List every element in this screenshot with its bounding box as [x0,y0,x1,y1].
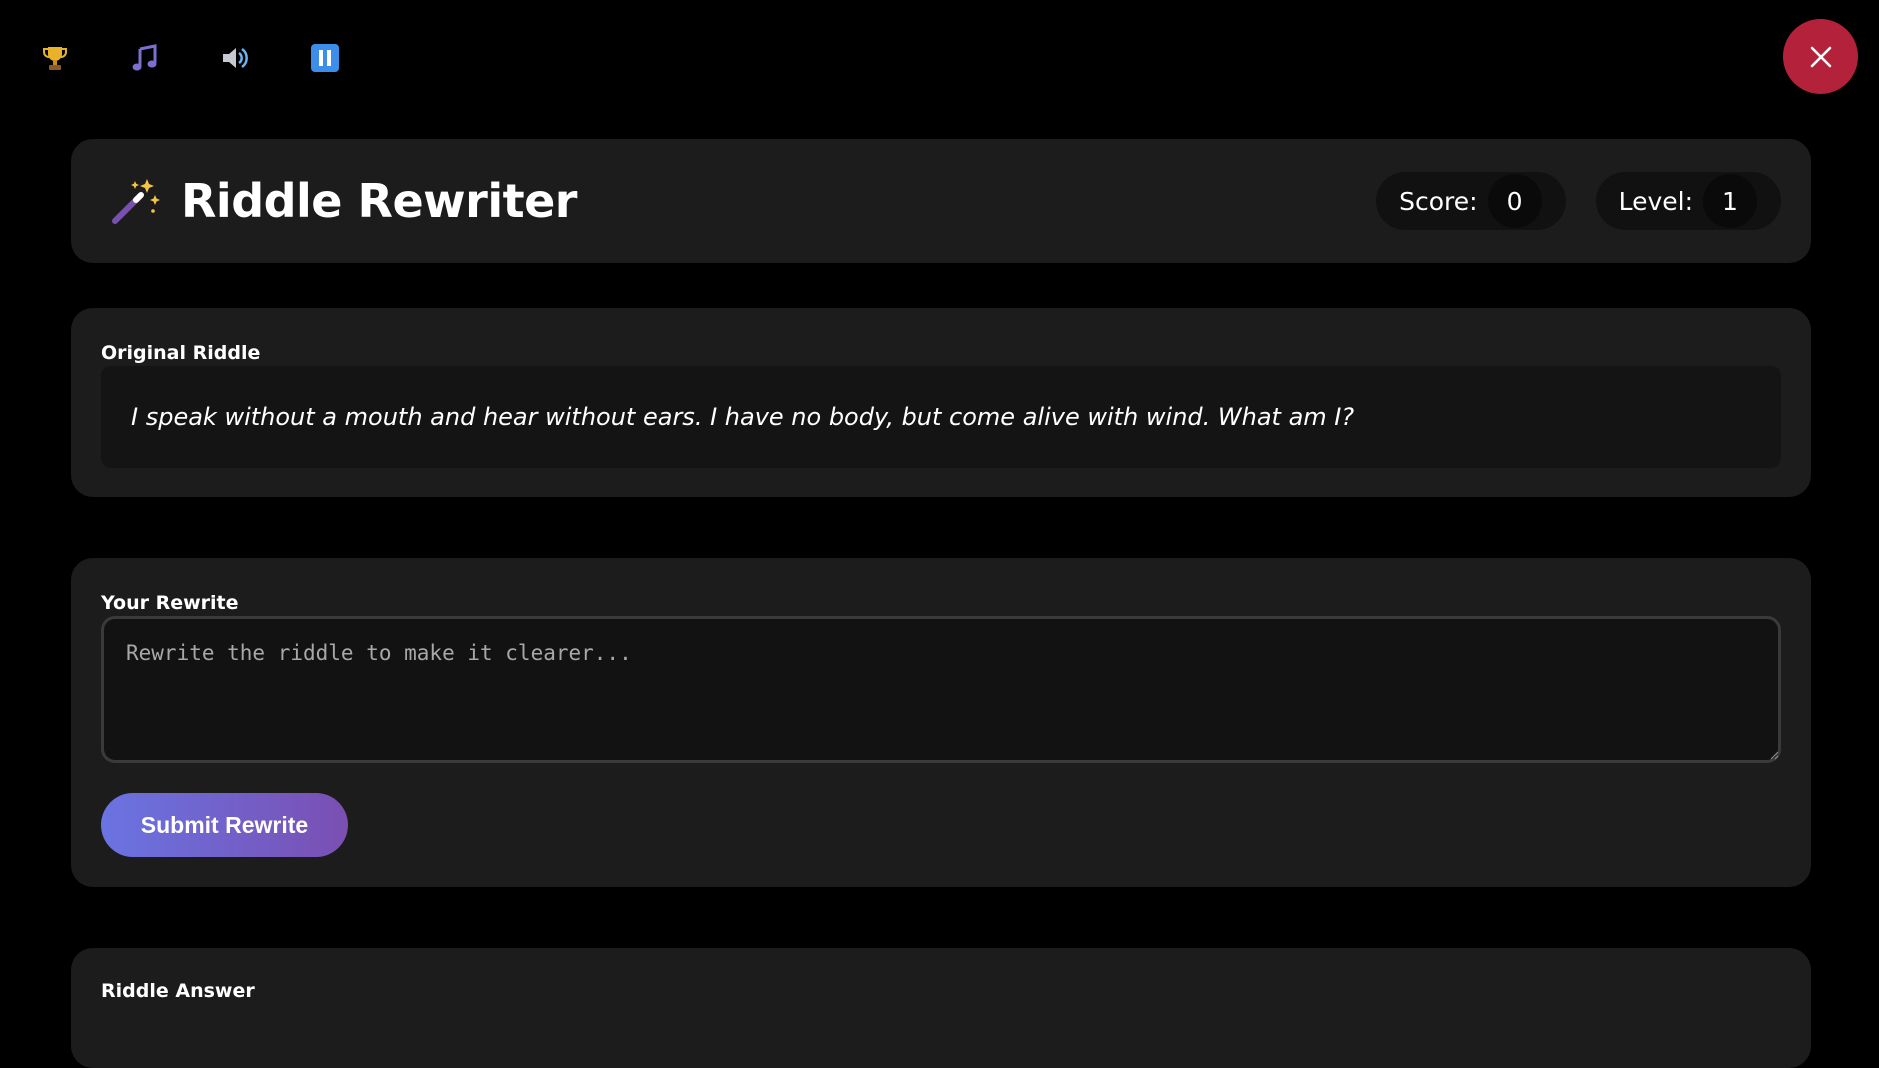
riddle-answer-panel: Riddle Answer [71,948,1811,1068]
score-label: Score: [1399,186,1478,216]
original-riddle-label: Original Riddle [101,342,261,364]
riddle-answer-label: Riddle Answer [101,980,255,1002]
level-label: Level: [1618,186,1693,216]
top-toolbar [40,40,340,76]
page-title: Riddle Rewriter [181,174,577,228]
original-riddle-panel: Original Riddle I speak without a mouth … [71,308,1811,497]
level-value: 1 [1703,174,1757,228]
level-badge: Level: 1 [1595,172,1781,230]
magic-wand-icon [112,179,160,224]
rewrite-panel: Your Rewrite Submit Rewrite [71,558,1811,887]
speaker-icon[interactable] [220,43,250,73]
trophy-icon[interactable] [40,43,70,73]
music-icon[interactable] [130,43,160,73]
close-button[interactable] [1783,19,1858,94]
score-badge: Score: 0 [1376,172,1566,230]
close-icon [1810,46,1831,67]
rewrite-textarea[interactable] [101,616,1781,763]
submit-rewrite-button[interactable]: Submit Rewrite [101,793,348,857]
resize-grip-icon[interactable] [1769,750,1779,760]
stats-group: Score: 0 Level: 1 [1376,172,1781,230]
rewrite-label: Your Rewrite [101,592,239,614]
pause-icon[interactable] [310,43,340,73]
score-value: 0 [1487,174,1542,228]
title-group: Riddle Rewriter [109,174,577,228]
original-riddle-text: I speak without a mouth and hear without… [101,366,1781,468]
header-panel: Riddle Rewriter Score: 0 Level: 1 [71,139,1811,263]
